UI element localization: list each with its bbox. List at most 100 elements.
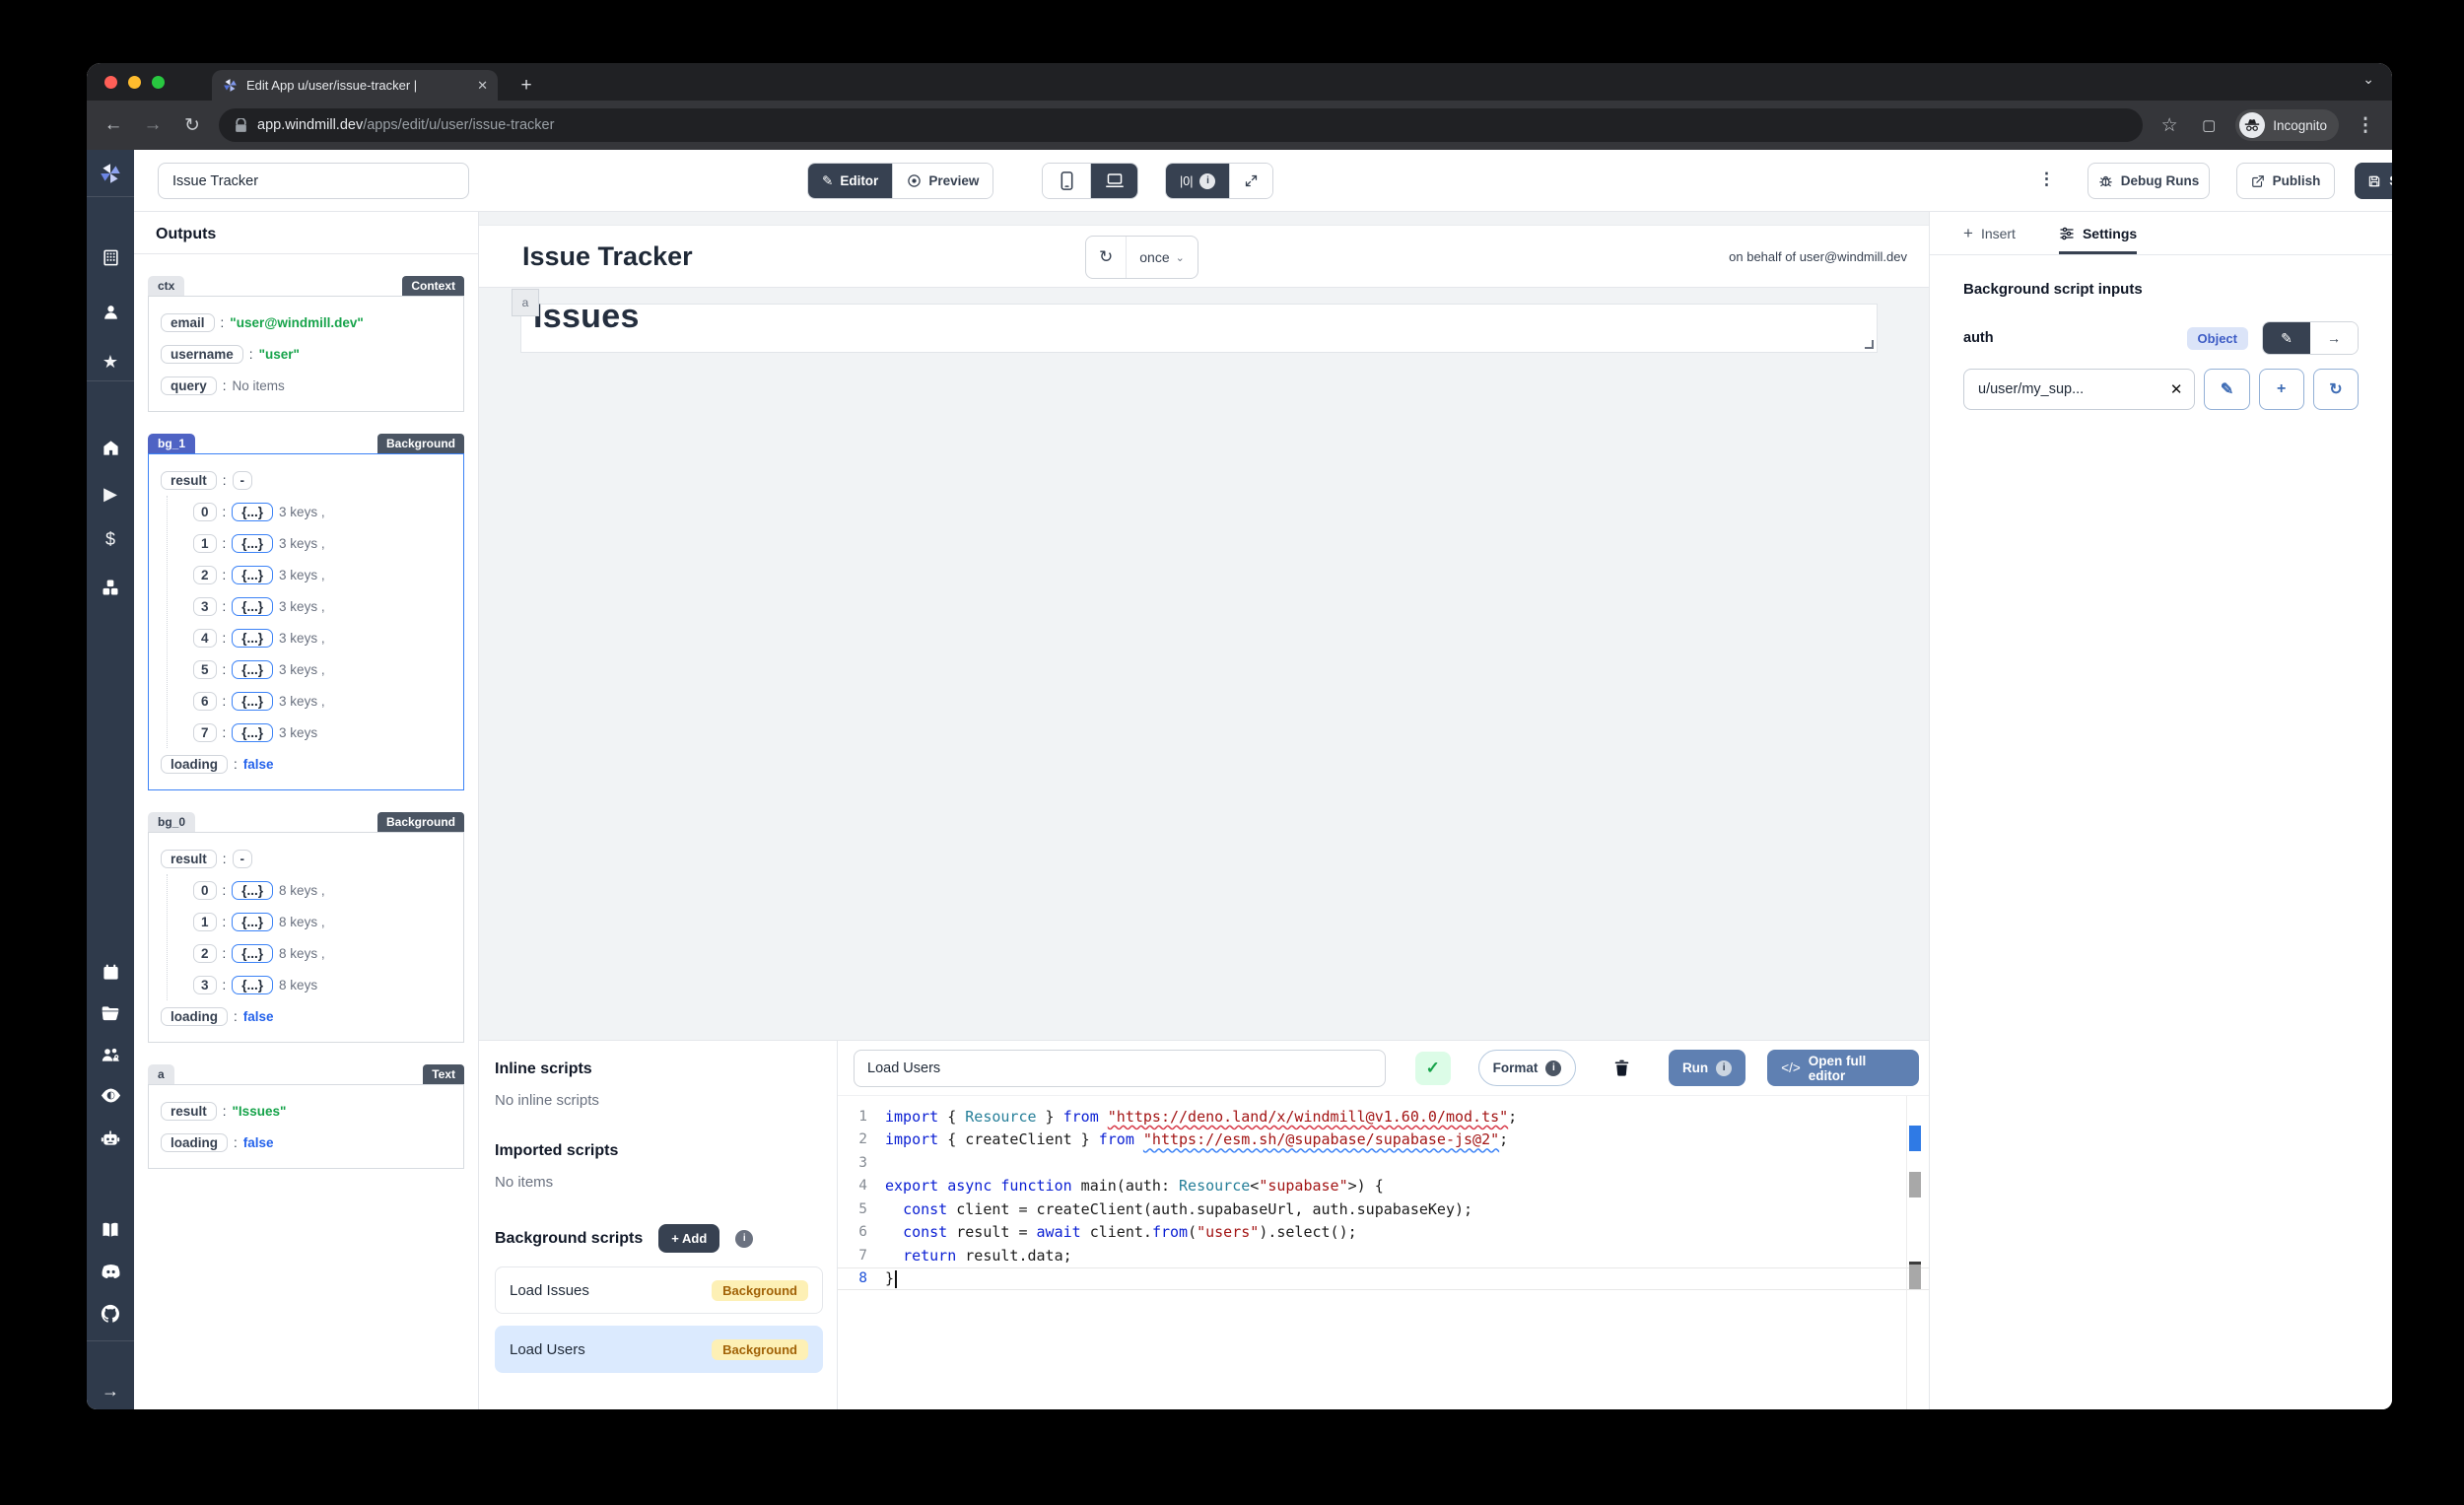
object-pill[interactable]: {...} (232, 629, 273, 648)
preview-tab[interactable]: Preview (892, 164, 992, 198)
bookmark-star-icon[interactable]: ☆ (2156, 114, 2182, 137)
back-icon[interactable]: ← (101, 114, 126, 136)
refresh-resource-button[interactable]: ↻ (2313, 369, 2359, 410)
tab-insert[interactable]: + Insert (1963, 212, 2016, 254)
publish-button[interactable]: Publish (2236, 163, 2335, 199)
object-pill[interactable]: {...} (232, 503, 273, 521)
fullscreen-button[interactable] (1229, 164, 1272, 198)
output-section-tab[interactable]: bg_0 (148, 812, 195, 832)
output-key-pill[interactable]: username (161, 345, 243, 364)
address-bar[interactable]: app.windmill.dev/apps/edit/u/user/issue-… (219, 108, 2143, 142)
index-pill[interactable]: 3 (193, 976, 217, 994)
output-key-pill[interactable]: result (161, 471, 217, 490)
output-section-tab[interactable]: bg_1 (148, 434, 195, 453)
traffic-light-minimize[interactable] (128, 76, 141, 89)
output-section-tab[interactable]: a (148, 1064, 174, 1084)
more-options-icon[interactable]: ⋮ (2038, 170, 2055, 189)
component-id-badge[interactable]: a (512, 289, 539, 316)
resource-picker[interactable]: ✕ (1963, 369, 2195, 410)
code-line[interactable]: 1import { Resource } from "https://deno.… (838, 1105, 1929, 1129)
mobile-view-button[interactable] (1043, 164, 1090, 198)
object-pill[interactable]: {...} (232, 566, 273, 584)
tab-search-icon[interactable]: ▢ (2196, 116, 2222, 134)
output-section-tab[interactable]: ctx (148, 276, 184, 296)
code-line[interactable]: 7 return result.data; (838, 1244, 1929, 1267)
tab-close-icon[interactable]: ✕ (477, 78, 488, 94)
output-key-pill[interactable]: loading (161, 755, 228, 774)
run-button[interactable]: Run i (1669, 1050, 1745, 1086)
text-component[interactable]: a Issues (520, 304, 1878, 353)
delete-script-button[interactable] (1604, 1051, 1639, 1086)
sidebar-item-runs[interactable]: ▶ (87, 477, 134, 511)
ruler-marker-gray[interactable] (1909, 1172, 1921, 1197)
output-key-pill[interactable]: result (161, 1102, 217, 1121)
object-pill[interactable]: {...} (232, 660, 273, 679)
app-canvas[interactable]: Issue Tracker ↻ once ⌄ on behalf of user… (479, 212, 1929, 1040)
tab-strip-chevron-icon[interactable]: ⌄ (2362, 71, 2374, 88)
tab-settings[interactable]: Settings (2059, 212, 2137, 254)
index-pill[interactable]: 2 (193, 566, 217, 584)
index-pill[interactable]: 1 (193, 913, 217, 931)
traffic-light-zoom[interactable] (152, 76, 165, 89)
sidebar-item-audit-logs[interactable] (87, 1078, 134, 1112)
sidebar-collapse-arrow-icon[interactable]: → (87, 1374, 134, 1407)
refresh-mode-dropdown[interactable]: once ⌄ (1126, 237, 1198, 278)
sidebar-item-groups[interactable] (87, 1038, 134, 1071)
collapse-pill[interactable]: - (233, 850, 253, 868)
app-name-input[interactable] (158, 163, 469, 199)
background-script-item[interactable]: Load IssuesBackground (495, 1266, 823, 1314)
scrollbar-thumb[interactable] (1909, 1262, 1921, 1289)
code-line[interactable]: 6 const result = await client.from("user… (838, 1221, 1929, 1245)
resize-handle[interactable] (1865, 340, 1874, 349)
code-line[interactable]: 3 (838, 1151, 1929, 1175)
add-resource-button[interactable]: + (2259, 369, 2304, 410)
browser-menu-icon[interactable]: ⋮ (2353, 114, 2378, 137)
object-pill[interactable]: {...} (232, 944, 273, 963)
sidebar-item-favorites[interactable]: ★ (87, 345, 134, 378)
index-pill[interactable]: 6 (193, 692, 217, 711)
open-full-editor-button[interactable]: </> Open full editor (1767, 1050, 1919, 1086)
sidebar-item-docs[interactable] (87, 1213, 134, 1247)
index-pill[interactable]: 0 (193, 881, 217, 900)
connect-mode-button[interactable]: → (2310, 322, 2358, 354)
sidebar-item-folders[interactable] (87, 996, 134, 1030)
sidebar-item-users[interactable] (87, 295, 134, 328)
script-name-input[interactable] (854, 1050, 1386, 1087)
index-pill[interactable]: 7 (193, 723, 217, 742)
object-pill[interactable]: {...} (232, 881, 273, 900)
sidebar-item-workers[interactable] (87, 1122, 134, 1155)
code-line[interactable]: 2import { createClient } from "https://e… (838, 1129, 1929, 1152)
code-editor[interactable]: 1import { Resource } from "https://deno.… (838, 1096, 1929, 1409)
desktop-view-button[interactable] (1090, 164, 1137, 198)
index-pill[interactable]: 5 (193, 660, 217, 679)
code-line[interactable]: 8} (838, 1267, 1929, 1291)
forward-icon[interactable]: → (140, 114, 166, 136)
object-pill[interactable]: {...} (232, 534, 273, 553)
sidebar-item-resources[interactable] (87, 571, 134, 604)
debug-runs-button[interactable]: Debug Runs (2088, 163, 2210, 199)
index-pill[interactable]: 4 (193, 629, 217, 648)
sidebar-item-github[interactable] (87, 1297, 134, 1331)
sidebar-item-home[interactable] (87, 431, 134, 464)
resource-value-input[interactable] (1964, 381, 2142, 397)
index-pill[interactable]: 0 (193, 503, 217, 521)
object-pill[interactable]: {...} (232, 913, 273, 931)
output-key-pill[interactable]: loading (161, 1007, 228, 1026)
zoom-reset-button[interactable]: |0| i (1166, 164, 1229, 198)
incognito-badge[interactable]: Incognito (2235, 109, 2339, 141)
object-pill[interactable]: {...} (232, 976, 273, 994)
reload-icon[interactable]: ↻ (179, 114, 205, 137)
windmill-logo-icon[interactable] (87, 150, 134, 197)
background-scripts-info-icon[interactable]: i (735, 1230, 753, 1248)
output-key-pill[interactable]: result (161, 850, 217, 868)
editor-tab[interactable]: ✎ Editor (808, 164, 892, 198)
new-tab-button[interactable]: + (513, 72, 540, 100)
object-pill[interactable]: {...} (232, 723, 273, 742)
browser-tab[interactable]: Edit App u/user/issue-tracker | ✕ (212, 70, 498, 101)
sidebar-item-apps[interactable] (87, 240, 134, 274)
code-line[interactable]: 5 const client = createClient(auth.supab… (838, 1197, 1929, 1221)
output-key-pill[interactable]: loading (161, 1133, 228, 1152)
output-key-pill[interactable]: query (161, 376, 217, 395)
refresh-button[interactable]: ↻ (1086, 237, 1126, 278)
index-pill[interactable]: 3 (193, 597, 217, 616)
